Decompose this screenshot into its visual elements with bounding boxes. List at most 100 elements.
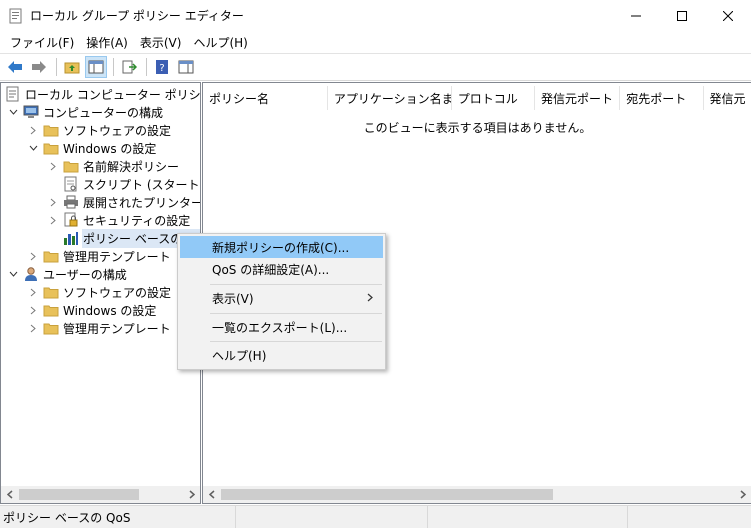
tree-item-user-config[interactable]: ユーザーの構成: [7, 265, 127, 283]
tree-item-user-windows-settings[interactable]: Windows の設定: [27, 301, 156, 319]
console-tree-pane[interactable]: ローカル コンピューター ポリシー コンピューターの構成 ソフトウェアの設定 W…: [0, 82, 201, 504]
chevron-right-icon[interactable]: [47, 198, 59, 207]
chevron-right-icon[interactable]: [27, 306, 39, 315]
chevron-down-icon[interactable]: [7, 109, 19, 115]
context-menu: 新規ポリシーの作成(C)... QoS の詳細設定(A)... 表示(V) 一覧…: [177, 233, 386, 370]
folder-icon: [43, 122, 59, 138]
chevron-right-icon[interactable]: [47, 162, 59, 171]
tree-label: ローカル コンピューター ポリシー: [25, 87, 201, 102]
back-arrow-icon: [8, 61, 22, 73]
svg-text:?: ?: [159, 63, 164, 74]
scroll-left-icon[interactable]: [203, 486, 220, 503]
menu-item-qos-advanced[interactable]: QoS の詳細設定(A)...: [180, 258, 383, 280]
tree-item-windows-settings[interactable]: Windows の設定: [27, 139, 156, 157]
tree-item-local-computer-policy[interactable]: ローカル コンピューター ポリシー: [5, 85, 201, 103]
toolbar-separator: [56, 58, 57, 76]
toolbar: ?: [0, 53, 751, 81]
column-header-source[interactable]: 発信元: [704, 86, 751, 110]
menu-item-help[interactable]: ヘルプ(H): [180, 344, 383, 366]
action-pane-icon: [178, 60, 194, 74]
tree-label: 管理用テンプレート: [63, 249, 171, 264]
tree-item-user-software-settings[interactable]: ソフトウェアの設定: [27, 283, 171, 301]
column-header-application[interactable]: アプリケーション名また...: [328, 86, 452, 110]
tree-label: コンピューターの構成: [43, 105, 164, 120]
export-list-button[interactable]: [118, 56, 140, 78]
minimize-icon: [631, 15, 641, 16]
chevron-right-icon[interactable]: [27, 288, 39, 297]
chevron-down-icon[interactable]: [7, 271, 19, 277]
menu-separator: [210, 313, 382, 314]
help-button[interactable]: ?: [151, 56, 173, 78]
menu-file[interactable]: ファイル(F): [4, 34, 80, 51]
folder-icon: [63, 158, 79, 174]
scroll-right-icon[interactable]: [734, 486, 751, 503]
toolbar-separator: [113, 58, 114, 76]
tree-label: ソフトウェアの設定: [63, 123, 172, 138]
submenu-arrow-icon: [367, 291, 373, 305]
menu-item-export-list[interactable]: 一覧のエクスポート(L)...: [180, 316, 383, 338]
menu-separator: [210, 341, 382, 342]
tree-label: Windows の設定: [63, 141, 157, 156]
chevron-down-icon[interactable]: [27, 145, 39, 151]
tree-item-security-settings[interactable]: セキュリティの設定: [47, 211, 190, 229]
show-hide-tree-button[interactable]: [85, 56, 107, 78]
close-button[interactable]: [705, 0, 751, 31]
menu-separator: [210, 284, 382, 285]
column-header-source-port[interactable]: 発信元ポート: [535, 86, 621, 110]
tree-label: 管理用テンプレート: [63, 321, 171, 336]
list-column-headers: ポリシー名 アプリケーション名また... プロトコル 発信元ポート 宛先ポート …: [203, 86, 751, 110]
column-header-dest-port[interactable]: 宛先ポート: [620, 86, 704, 110]
menu-action[interactable]: 操作(A): [80, 34, 134, 51]
back-button[interactable]: [4, 56, 26, 78]
folder-icon: [43, 248, 59, 264]
tree-label: 名前解決ポリシー: [83, 159, 180, 174]
console-tree-icon: [88, 60, 104, 74]
scroll-left-icon[interactable]: [1, 486, 18, 503]
toolbar-separator: [146, 58, 147, 76]
up-folder-button[interactable]: [61, 56, 83, 78]
menu-item-new-policy[interactable]: 新規ポリシーの作成(C)...: [180, 236, 383, 258]
scroll-right-icon[interactable]: [183, 486, 200, 503]
tree-label: スクリプト (スタートアップ/: [83, 177, 200, 192]
window-title: ローカル グループ ポリシー エディター: [30, 9, 244, 23]
chevron-right-icon[interactable]: [47, 216, 59, 225]
tree-horizontal-scrollbar[interactable]: [1, 486, 200, 503]
menu-view[interactable]: 表示(V): [134, 34, 188, 51]
export-icon: [122, 60, 137, 74]
scroll-thumb[interactable]: [19, 489, 139, 500]
security-lock-icon: [63, 212, 79, 228]
tree-item-computer-config[interactable]: コンピューターの構成: [7, 103, 163, 121]
tree-item-software-settings[interactable]: ソフトウェアの設定: [27, 121, 171, 139]
tree-label: セキュリティの設定: [83, 213, 191, 228]
tree-item-admin-templates[interactable]: 管理用テンプレート: [27, 247, 171, 265]
tree-label: 展開されたプリンター: [83, 195, 201, 210]
tree-item-deployed-printers[interactable]: 展開されたプリンター: [47, 193, 201, 211]
show-action-pane-button[interactable]: [175, 56, 197, 78]
status-cell-empty: [236, 505, 428, 528]
computer-icon: [23, 104, 39, 120]
chevron-right-icon[interactable]: [27, 126, 39, 135]
title-bar: ローカル グループ ポリシー エディター: [0, 0, 751, 31]
minimize-button[interactable]: [613, 0, 659, 31]
column-header-policy-name[interactable]: ポリシー名: [203, 86, 328, 110]
menu-help[interactable]: ヘルプ(H): [187, 34, 253, 51]
user-icon: [23, 266, 39, 282]
list-horizontal-scrollbar[interactable]: [203, 486, 751, 503]
tree-label: Windows の設定: [63, 303, 157, 318]
tree-item-user-admin-templates[interactable]: 管理用テンプレート: [27, 319, 171, 337]
close-icon: [723, 10, 733, 21]
qos-bar-chart-icon: [63, 230, 79, 246]
maximize-button[interactable]: [659, 0, 705, 31]
column-header-protocol[interactable]: プロトコル: [452, 86, 535, 110]
scroll-thumb[interactable]: [221, 489, 553, 500]
tree-item-scripts[interactable]: スクリプト (スタートアップ/: [63, 175, 200, 193]
chevron-right-icon[interactable]: [27, 324, 39, 333]
chevron-right-icon[interactable]: [27, 252, 39, 261]
tree-item-name-resolution-policy[interactable]: 名前解決ポリシー: [47, 157, 179, 175]
script-icon: [63, 176, 79, 192]
maximize-icon: [677, 10, 687, 21]
menu-item-view[interactable]: 表示(V): [180, 287, 383, 309]
forward-arrow-icon: [32, 61, 46, 73]
forward-button[interactable]: [28, 56, 50, 78]
folder-icon: [43, 284, 59, 300]
